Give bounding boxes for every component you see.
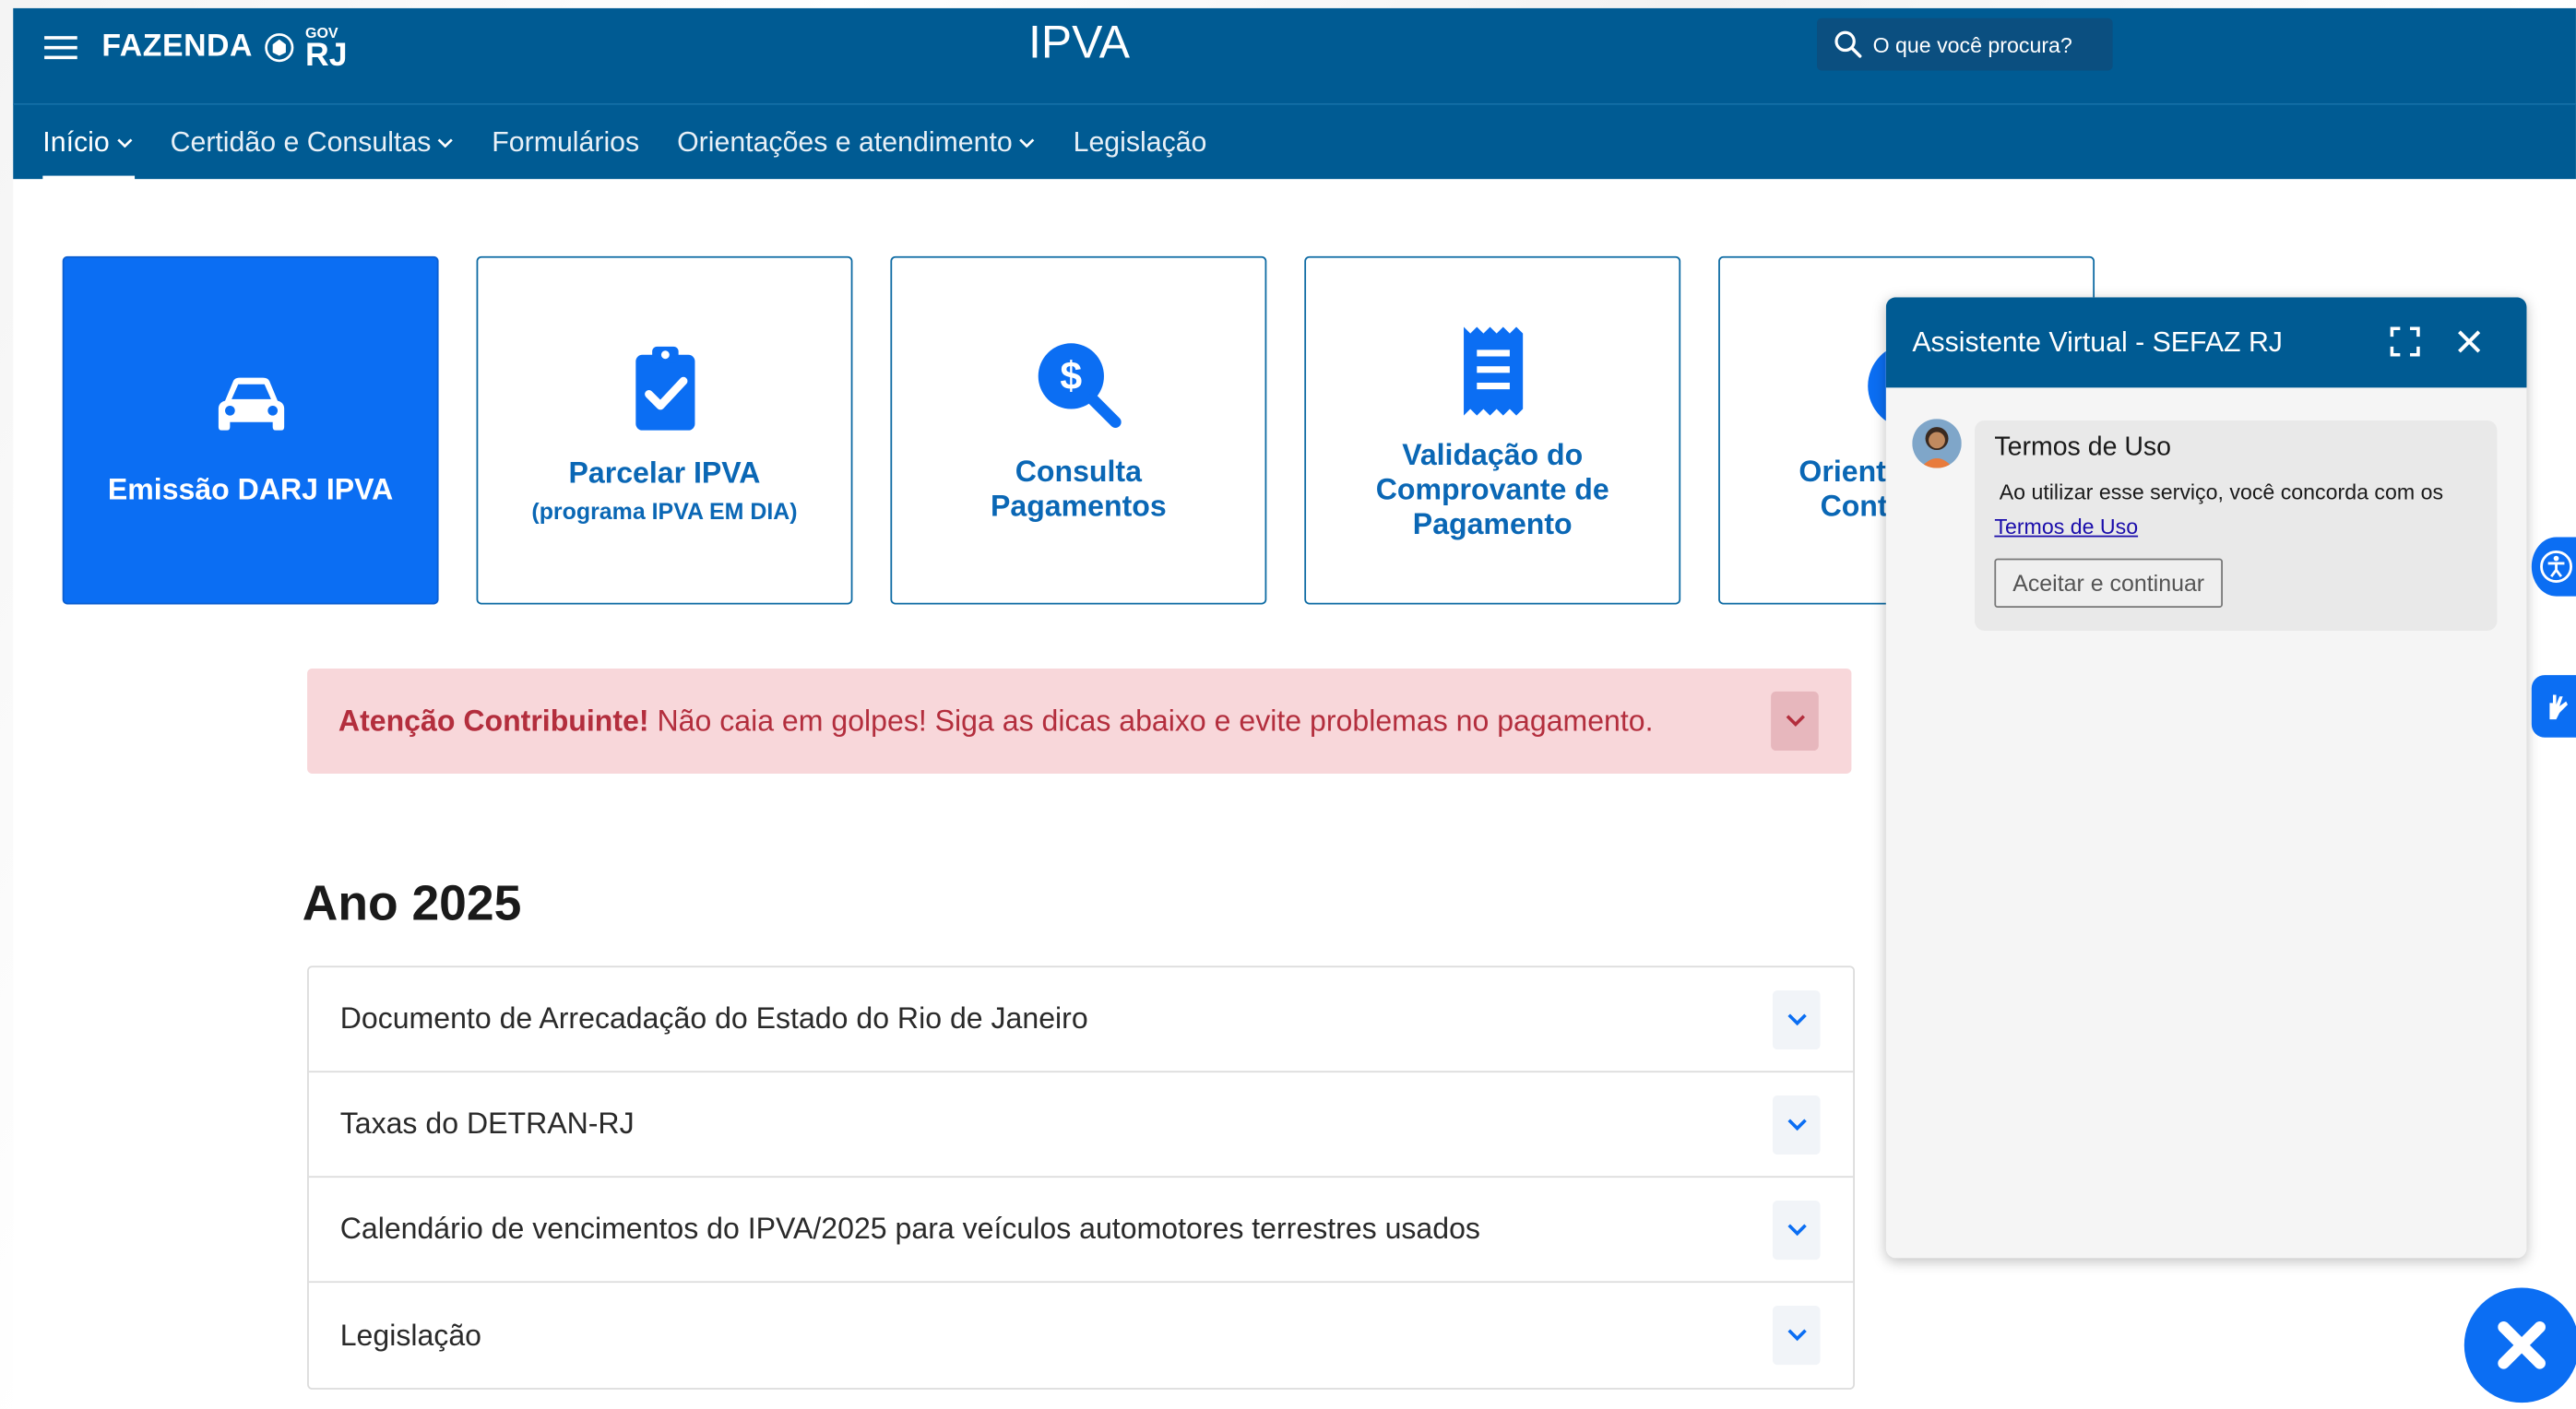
nav-item-formularios[interactable]: Formulários: [492, 125, 639, 159]
message-title: Termos de Uso: [1994, 433, 2172, 462]
nav-item-legislacao[interactable]: Legislação: [1074, 125, 1207, 159]
message-text: Ao utilizar esse serviço, você concorda …: [1999, 480, 2444, 504]
card-parcelar-ipva[interactable]: Parcelar IPVA (programa IPVA EM DIA): [476, 255, 853, 605]
top-header: FAZENDA GOV RJ IPVA O que você procura?: [13, 7, 2576, 104]
accordion-toggle[interactable]: [1772, 1306, 1821, 1366]
page-title: IPVA: [1028, 16, 1130, 68]
accordion-item-legislacao[interactable]: Legislação: [309, 1283, 1853, 1388]
accordion-item-detran[interactable]: Taxas do DETRAN-RJ: [308, 1072, 1854, 1178]
accordion-toggle[interactable]: [1772, 1095, 1821, 1155]
chevron-down-icon: [116, 137, 132, 148]
chevron-down-icon: [1787, 1119, 1806, 1131]
close-icon[interactable]: [2452, 326, 2486, 359]
car-icon: [218, 376, 284, 430]
alert-text: Não caia em golpes! Siga as dicas abaixo…: [657, 704, 1654, 737]
logo-text: FAZENDA: [101, 30, 253, 65]
nav-item-inicio[interactable]: Início: [42, 125, 135, 182]
chevron-down-icon: [438, 137, 454, 148]
card-consulta-pagamentos[interactable]: $ Consulta Pagamentos: [890, 255, 1267, 605]
coat-of-arms-icon: [264, 33, 294, 63]
card-title-line3: Pagamento: [1412, 506, 1573, 540]
card-title-line2: Pagamentos: [991, 489, 1167, 523]
sign-language-icon: [2549, 694, 2569, 720]
close-icon: [2498, 1320, 2546, 1369]
main-nav: Início Certidão e Consultas Formulários …: [13, 103, 2576, 182]
accordion-toggle[interactable]: [1772, 990, 1821, 1050]
accordion: Documento de Arrecadação do Estado do Ri…: [307, 965, 1855, 1390]
card-title-line1: Consulta: [1015, 455, 1142, 489]
nav-item-orientacoes[interactable]: Orientações e atendimento: [677, 125, 1036, 159]
close-chat-button[interactable]: [2463, 1287, 2576, 1403]
scam-alert: Atenção Contribuinte! Não caia em golpes…: [307, 668, 1852, 774]
logo[interactable]: FAZENDA GOV RJ: [101, 24, 348, 75]
card-validacao-comprovante[interactable]: Validação do Comprovante de Pagamento: [1304, 255, 1681, 605]
sign-language-button[interactable]: [2531, 675, 2576, 738]
virtual-assistant-window: Assistente Virtual - SEFAZ RJ Termos de …: [1885, 297, 2527, 1259]
accessibility-button[interactable]: [2531, 537, 2576, 597]
card-title-line2: Comprovante de: [1375, 472, 1609, 505]
chevron-down-icon: [1787, 1329, 1806, 1342]
accordion-toggle[interactable]: [1772, 1201, 1821, 1261]
assistant-avatar: [1912, 419, 1962, 468]
card-title-line1: Orient: [1798, 455, 1886, 489]
chat-title: Assistente Virtual - SEFAZ RJ: [1912, 326, 2283, 358]
chevron-down-icon: [1785, 715, 1805, 728]
section-title: Ano 2025: [302, 877, 522, 931]
page: FAZENDA GOV RJ IPVA O que você procura?: [13, 7, 2576, 1409]
accordion-item-calendario[interactable]: Calendário de vencimentos do IPVA/2025 p…: [308, 1178, 1854, 1284]
svg-text:$: $: [1060, 354, 1082, 398]
chevron-down-icon: [1787, 1013, 1806, 1026]
card-subtitle: (programa IPVA EM DIA): [531, 496, 798, 524]
search-dollar-icon: $: [1037, 343, 1121, 429]
card-title-line1: Validação do: [1402, 437, 1584, 471]
alert-strong: Atenção Contribuinte!: [338, 704, 649, 737]
card-title: Emissão DARJ IPVA: [107, 472, 394, 505]
expand-icon[interactable]: [2389, 326, 2422, 359]
accept-button[interactable]: Aceitar e continuar: [1994, 558, 2223, 609]
service-cards: Emissão DARJ IPVA Parcelar IPVA (program…: [62, 255, 2095, 605]
nav-item-certidao[interactable]: Certidão e Consultas: [171, 125, 455, 159]
card-title: Parcelar IPVA: [568, 456, 761, 489]
clipboard-check-icon: [635, 345, 694, 430]
search-placeholder: O que você procura?: [1872, 31, 2072, 57]
chat-header: Assistente Virtual - SEFAZ RJ: [1885, 297, 2527, 388]
viewport: FAZENDA GOV RJ IPVA O que você procura?: [0, 0, 2576, 1409]
alert-expand-button[interactable]: [1771, 691, 1819, 752]
chevron-down-icon: [1787, 1224, 1806, 1237]
menu-icon[interactable]: [44, 31, 77, 61]
accessibility-icon: [2540, 551, 2573, 583]
search-icon: [1834, 30, 1862, 58]
receipt-icon: [1463, 326, 1523, 415]
card-title-line2: Cont: [1820, 489, 1888, 523]
terms-link[interactable]: Termos de Uso: [1994, 515, 2138, 539]
chevron-down-icon: [1019, 137, 1035, 148]
terms-message: Termos de Uso Ao utilizar esse serviço, …: [1975, 420, 2498, 631]
accordion-item-darj[interactable]: Documento de Arrecadação do Estado do Ri…: [308, 967, 1854, 1073]
logo-gov-rj: GOV RJ: [304, 24, 348, 75]
card-emissao-darj[interactable]: Emissão DARJ IPVA: [62, 255, 439, 605]
search-input[interactable]: O que você procura?: [1817, 18, 2113, 71]
